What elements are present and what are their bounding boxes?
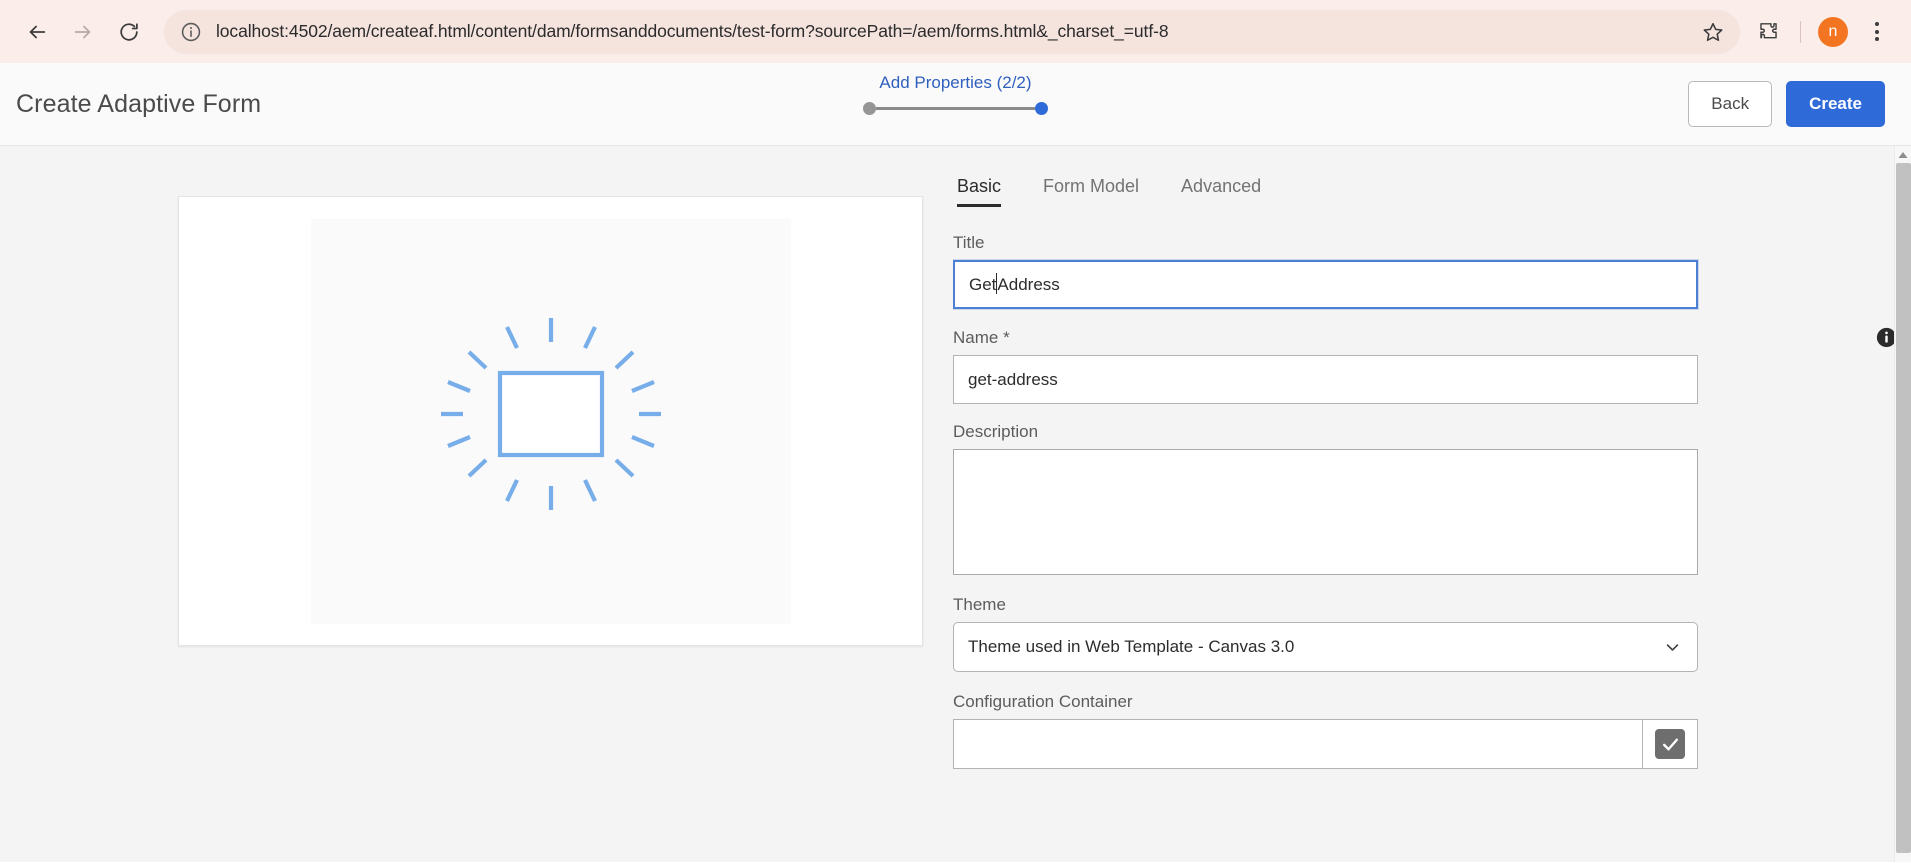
browser-toolbar: localhost:4502/aem/createaf.html/content…: [0, 0, 1911, 63]
scrollbar-thumb[interactable]: [1896, 163, 1911, 853]
field-configuration-container: Configuration Container: [953, 692, 1911, 769]
site-info-icon[interactable]: [178, 19, 204, 45]
header-actions: Back Create: [1688, 81, 1885, 127]
properties-tabs: Basic Form Model Advanced: [953, 176, 1911, 207]
browser-back-button[interactable]: [14, 9, 60, 55]
configuration-container-row: [953, 719, 1698, 769]
theme-label-row: Theme: [953, 595, 1911, 615]
title-input-value-before-caret: Get: [969, 274, 997, 294]
browser-forward-button[interactable]: [60, 9, 106, 55]
template-thumbnail-card[interactable]: [178, 196, 923, 646]
create-button[interactable]: Create: [1786, 81, 1885, 127]
address-bar[interactable]: localhost:4502/aem/createaf.html/content…: [164, 9, 1740, 54]
wizard-stepper: Add Properties (2/2): [826, 73, 1086, 115]
name-input-value: get-address: [968, 369, 1058, 389]
tab-basic[interactable]: Basic: [957, 176, 1002, 207]
configuration-container-input[interactable]: [953, 719, 1642, 769]
properties-pane: Basic Form Model Advanced Title Get Addre…: [953, 146, 1911, 862]
wizard-step-dot-1[interactable]: [863, 102, 876, 115]
avatar: n: [1818, 16, 1848, 47]
field-name: Name * get-address: [953, 327, 1911, 404]
field-title: Title Get Address: [953, 233, 1911, 309]
preview-pane: [0, 146, 953, 862]
app-header: Create Adaptive Form Add Properties (2/2…: [0, 63, 1911, 146]
theme-label: Theme: [953, 595, 1006, 614]
name-input[interactable]: get-address: [953, 355, 1698, 404]
description-textarea[interactable]: [953, 449, 1698, 575]
configuration-container-label: Configuration Container: [953, 692, 1133, 711]
chrome-menu-button[interactable]: [1857, 12, 1897, 52]
theme-selected-value: Theme used in Web Template - Canvas 3.0: [968, 637, 1295, 656]
reload-icon: [120, 22, 138, 41]
arrow-right-icon: [74, 25, 91, 38]
title-label: Title: [953, 233, 985, 252]
configuration-container-picker-button[interactable]: [1642, 719, 1698, 769]
profile-button[interactable]: n: [1813, 12, 1853, 52]
blank-template-icon: [440, 318, 661, 510]
title-input[interactable]: Get Address: [953, 260, 1698, 309]
title-label-row: Title: [953, 233, 1911, 253]
puzzle-piece-icon: [1759, 23, 1777, 39]
field-description: Description: [953, 422, 1911, 575]
url-text: localhost:4502/aem/createaf.html/content…: [216, 21, 1169, 41]
browser-reload-button[interactable]: [106, 9, 152, 55]
wizard-step-track: [863, 102, 1048, 115]
chevron-down-icon: [1666, 643, 1679, 651]
vertical-scrollbar[interactable]: [1894, 146, 1911, 862]
name-label-row: Name *: [953, 327, 1911, 348]
wizard-step-connector: [876, 107, 1035, 110]
wizard-step-dot-2[interactable]: [1035, 102, 1048, 115]
tab-form-model[interactable]: Form Model: [1043, 176, 1139, 207]
text-caret: [996, 273, 998, 294]
description-label: Description: [953, 422, 1039, 441]
configuration-container-label-row: Configuration Container: [953, 692, 1911, 712]
name-label: Name *: [953, 327, 1010, 347]
page-title: Create Adaptive Form: [16, 89, 262, 118]
page-body: Basic Form Model Advanced Title Get Addre…: [0, 146, 1911, 862]
checkmark-icon: [1655, 729, 1685, 759]
triangle-up-icon: [1898, 151, 1908, 158]
bookmark-star-icon[interactable]: [1696, 15, 1730, 49]
browser-toolbar-actions: n: [1748, 12, 1897, 52]
extensions-button[interactable]: [1748, 12, 1788, 52]
title-input-value-after-caret: Address: [997, 274, 1060, 294]
theme-select[interactable]: Theme used in Web Template - Canvas 3.0: [953, 622, 1698, 672]
wizard-step-label: Add Properties (2/2): [879, 73, 1032, 92]
arrow-left-icon: [29, 25, 46, 38]
scrollbar-up-arrow[interactable]: [1895, 146, 1911, 163]
template-thumbnail-inner: [310, 218, 791, 624]
field-theme: Theme Theme used in Web Template - Canva…: [953, 595, 1911, 672]
back-button[interactable]: Back: [1688, 81, 1773, 127]
kebab-menu-icon: [1875, 22, 1879, 41]
tab-advanced[interactable]: Advanced: [1181, 176, 1261, 207]
toolbar-divider: [1800, 20, 1801, 43]
description-label-row: Description: [953, 422, 1911, 442]
